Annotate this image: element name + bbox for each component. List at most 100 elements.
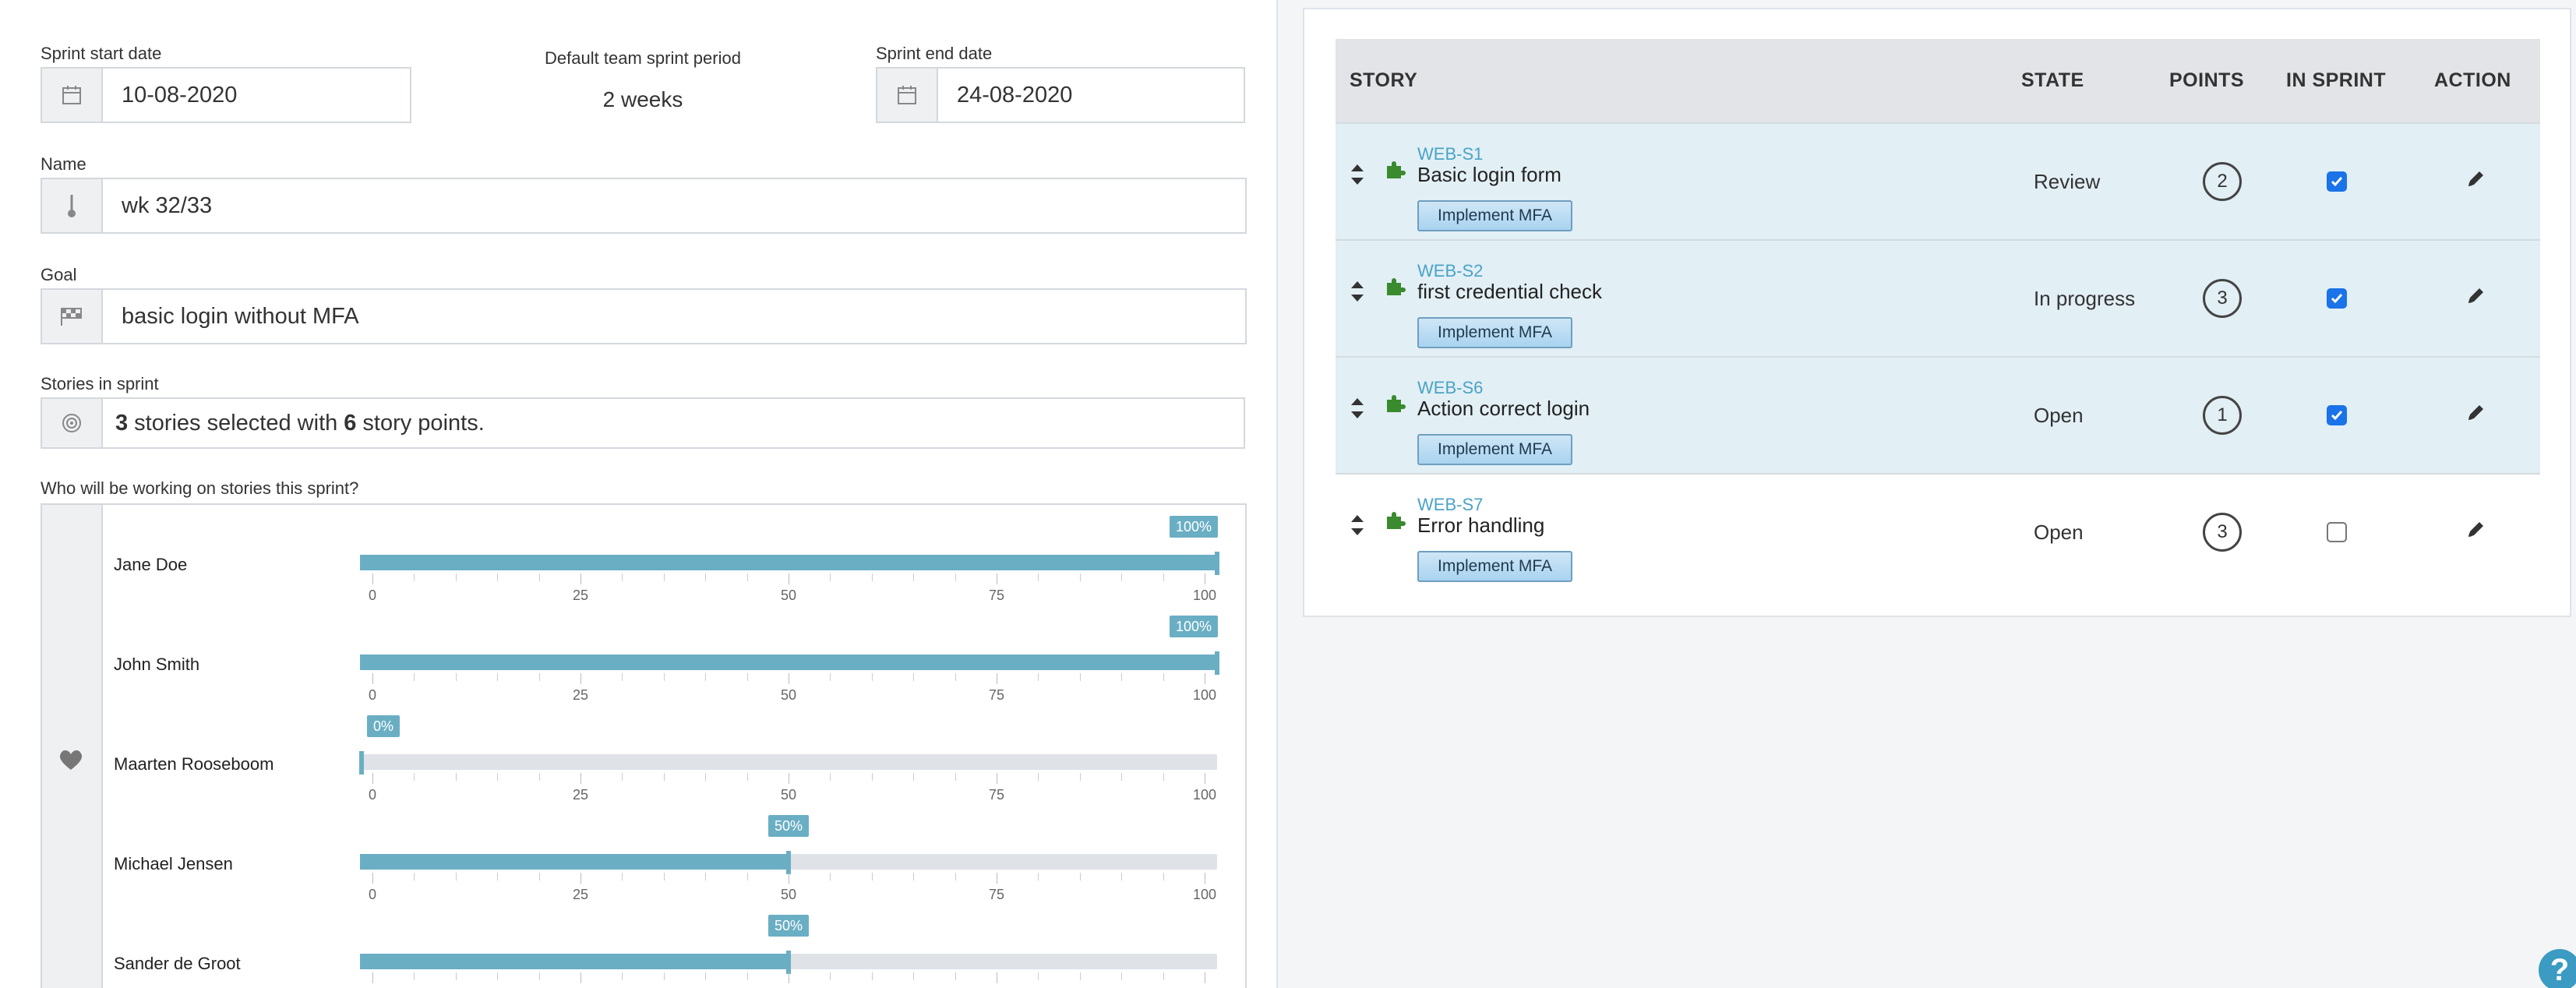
help-button[interactable]: ? (2539, 949, 2576, 988)
stories-summary: 3 stories selected with 6 story points. (103, 399, 1244, 447)
sprint-start-value[interactable]: 10-08-2020 (103, 69, 410, 122)
slider-tick (913, 972, 915, 980)
slider-handle[interactable] (1215, 552, 1219, 575)
workload-slider[interactable]: 100% 0 25 50 75 100 (360, 616, 1226, 703)
workload-slider[interactable]: 100% 0 25 50 75 100 (360, 516, 1226, 603)
slider-tick (705, 673, 707, 681)
story-title: Action correct login (1417, 397, 1590, 420)
slider-tick (663, 873, 665, 880)
slider-tick (455, 673, 457, 681)
slider-tick (830, 773, 831, 781)
workload-sidebar (42, 505, 103, 988)
slider-tick (913, 573, 915, 581)
pencil-icon[interactable] (2465, 521, 2486, 545)
slider-handle[interactable] (786, 851, 791, 874)
story-key-link[interactable]: WEB-S1 (1417, 144, 1483, 164)
slider-fill (360, 954, 789, 969)
story-state: Review (2034, 169, 2101, 193)
slider-tick-label: 50 (780, 887, 797, 902)
slider-tick-label: 100 (1192, 588, 1217, 603)
pencil-icon[interactable] (2465, 171, 2486, 194)
in-sprint-checkbox[interactable] (2327, 405, 2347, 425)
slider-tick (455, 573, 457, 581)
sprint-period-label: Default team sprint period (545, 48, 741, 68)
workload-slider[interactable]: 50%0255075100 (360, 915, 1226, 988)
pencil-icon[interactable] (2465, 288, 2486, 311)
slider-tick (622, 773, 623, 781)
col-in-sprint[interactable]: IN SPRINT (2286, 39, 2434, 123)
workload-slider[interactable]: 50%0255075100 (360, 815, 1226, 902)
story-points: 1 (2203, 396, 2242, 435)
sprint-end-field[interactable]: 24-08-2020 (876, 67, 1245, 123)
col-state[interactable]: STATE (2021, 39, 2169, 123)
name-input[interactable]: wk 32/33 (103, 179, 1245, 232)
slider-tick (1038, 873, 1039, 880)
slider-tick (622, 972, 623, 980)
workload-slider[interactable]: 0% 0 25 50 75 100 (359, 715, 1226, 803)
goal-input[interactable]: basic login without MFA (103, 290, 1245, 343)
story-points: 2 (2203, 162, 2242, 201)
story-points: 3 (2203, 513, 2242, 552)
sprint-end-value[interactable]: 24-08-2020 (938, 69, 1244, 122)
slider-tick (871, 873, 873, 880)
slider-tick (580, 773, 581, 784)
workload-person-name: Jane Doe (114, 555, 188, 574)
calendar-icon[interactable] (877, 69, 938, 122)
slider-tick (830, 873, 831, 880)
calendar-icon[interactable] (42, 69, 103, 122)
col-story[interactable]: STORY (1336, 39, 2021, 123)
slider-tick (414, 673, 415, 681)
slider-handle[interactable] (786, 951, 791, 974)
slider-track[interactable] (360, 754, 1217, 770)
drag-icon[interactable] (1350, 163, 1365, 192)
in-sprint-checkbox[interactable] (2327, 522, 2347, 542)
epic-badge[interactable]: Implement MFA (1417, 200, 1573, 231)
sprint-start-field[interactable]: 10-08-2020 (41, 67, 411, 123)
epic-badge[interactable]: Implement MFA (1417, 317, 1573, 348)
goal-field[interactable]: basic login without MFA (41, 288, 1247, 344)
epic-badge[interactable]: Implement MFA (1417, 551, 1573, 582)
slider-tick-label: 0 (368, 687, 377, 703)
table-row[interactable]: WEB-S7 Error handling Implement MFA Open 3 (1336, 474, 2540, 590)
points-cell: 3 (2169, 240, 2286, 357)
slider-tick (830, 673, 831, 681)
story-key-link[interactable]: WEB-S7 (1417, 495, 1483, 515)
table-row[interactable]: WEB-S6 Action correct login Implement MFA O… (1336, 357, 2540, 474)
slider-tick (1079, 673, 1081, 681)
in-sprint-checkbox[interactable] (2327, 288, 2347, 309)
slider-track[interactable] (360, 655, 1217, 670)
slider-track[interactable] (360, 555, 1217, 570)
sprint-start-label: Sprint start date (41, 44, 162, 63)
slider-handle[interactable] (1215, 651, 1219, 675)
slider-tick (580, 573, 581, 584)
slider-tick (746, 773, 748, 781)
in-sprint-checkbox[interactable] (2327, 171, 2347, 192)
slider-handle[interactable] (359, 751, 364, 775)
slider-tick (871, 673, 873, 681)
slider-tick (538, 673, 540, 681)
table-row[interactable]: WEB-S2 first credential check Implement MF… (1336, 240, 2540, 357)
epic-badge[interactable]: Implement MFA (1417, 434, 1573, 465)
col-points[interactable]: POINTS (2169, 39, 2286, 123)
in-sprint-cell (2286, 474, 2434, 590)
drag-icon[interactable] (1350, 397, 1365, 425)
story-state: Open (2034, 403, 2084, 427)
drag-icon[interactable] (1350, 280, 1365, 309)
name-field[interactable]: wk 32/33 (41, 178, 1247, 234)
slider-value-bubble: 100% (1169, 516, 1219, 538)
table-row[interactable]: WEB-S1 Basic login form Implement MFA Revie… (1336, 123, 2540, 240)
story-cell: WEB-S2 first credential check Implement MF… (1336, 240, 2021, 357)
story-state: Open (2034, 520, 2084, 544)
pencil-icon[interactable] (2465, 404, 2486, 428)
story-key-link[interactable]: WEB-S2 (1417, 261, 1483, 281)
slider-tick (538, 773, 540, 781)
slider-tick (414, 773, 415, 781)
story-rows: WEB-S1 Basic login form Implement MFA Revie… (1336, 123, 2540, 590)
slider-ticks (360, 972, 1217, 983)
story-key-link[interactable]: WEB-S6 (1417, 378, 1483, 398)
drag-icon[interactable] (1350, 513, 1365, 542)
col-action[interactable]: ACTION (2434, 39, 2540, 123)
slider-tick (746, 972, 748, 980)
slider-tick (372, 873, 373, 884)
action-cell (2434, 240, 2540, 357)
